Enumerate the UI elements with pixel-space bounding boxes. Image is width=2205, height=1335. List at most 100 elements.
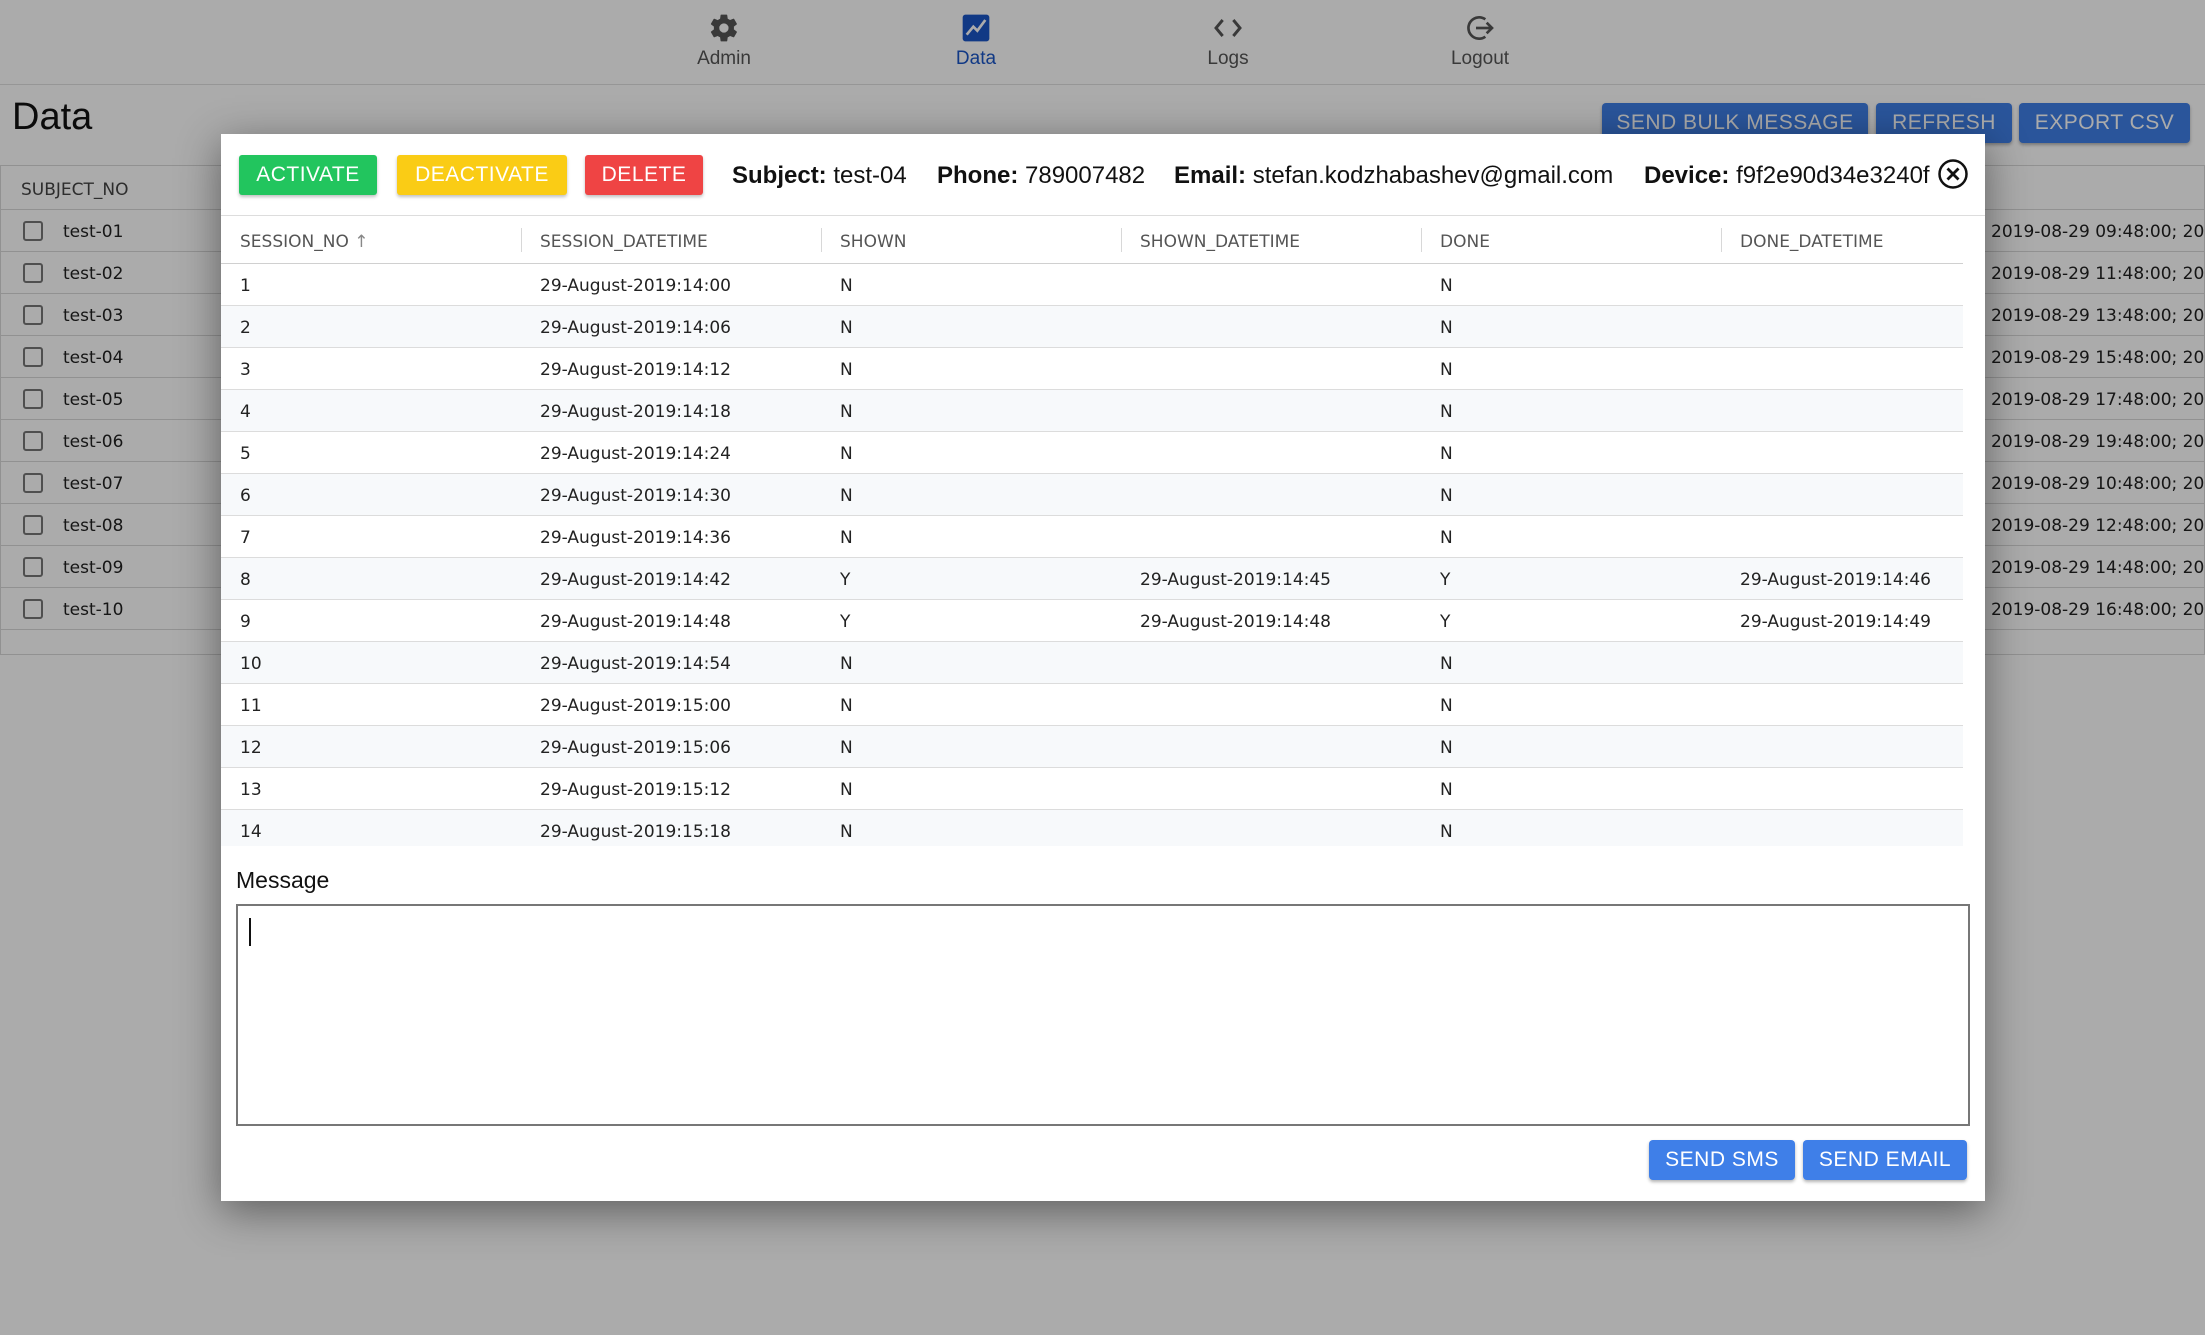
- table-row[interactable]: 4 29-August-2019:14:18 N N: [221, 390, 1963, 432]
- col-header-label: SESSION_NO: [240, 232, 349, 252]
- shown-cell: Y: [840, 570, 851, 590]
- shown-datetime-cell: 29-August-2019:14:45: [1140, 570, 1332, 590]
- shown-cell: N: [840, 318, 853, 338]
- subject-value: test-04: [833, 162, 907, 189]
- session-no-cell: 4: [240, 402, 251, 422]
- session-no-cell: 10: [240, 654, 262, 674]
- session-datetime-cell: 29-August-2019:14:30: [540, 486, 732, 506]
- session-no-cell: 13: [240, 780, 262, 800]
- session-no-cell: 1: [240, 276, 251, 296]
- phone-info: Phone: 789007482: [937, 162, 1145, 190]
- column-divider[interactable]: [821, 228, 822, 252]
- column-divider[interactable]: [1121, 228, 1122, 252]
- session-no-cell: 6: [240, 486, 251, 506]
- deactivate-button[interactable]: DEACTIVATE: [397, 155, 567, 195]
- session-datetime-cell: 29-August-2019:15:18: [540, 822, 732, 842]
- sessions-grid: SESSION_NO ↑ SESSION_DATETIME SHOWN SHOW…: [221, 216, 1963, 846]
- done-cell: N: [1440, 528, 1453, 548]
- done-cell: Y: [1440, 570, 1451, 590]
- table-row[interactable]: 1 29-August-2019:14:00 N N: [221, 264, 1963, 306]
- session-no-cell: 2: [240, 318, 251, 338]
- col-header-session-datetime[interactable]: SESSION_DATETIME: [540, 232, 708, 252]
- col-header-done[interactable]: DONE: [1440, 232, 1490, 252]
- table-row[interactable]: 8 29-August-2019:14:42 Y 29-August-2019:14:…: [221, 558, 1963, 600]
- subject-info: Subject: test-04: [732, 162, 907, 190]
- shown-cell: N: [840, 822, 853, 842]
- session-datetime-cell: 29-August-2019:14:18: [540, 402, 732, 422]
- shown-cell: N: [840, 444, 853, 464]
- table-row[interactable]: 11 29-August-2019:15:00 N N: [221, 684, 1963, 726]
- session-datetime-cell: 29-August-2019:15:00: [540, 696, 732, 716]
- shown-cell: N: [840, 276, 853, 296]
- table-row[interactable]: 12 29-August-2019:15:06 N N: [221, 726, 1963, 768]
- session-datetime-cell: 29-August-2019:14:36: [540, 528, 732, 548]
- session-datetime-cell: 29-August-2019:14:48: [540, 612, 732, 632]
- table-row[interactable]: 3 29-August-2019:14:12 N N: [221, 348, 1963, 390]
- phone-label: Phone:: [937, 162, 1019, 189]
- table-row[interactable]: 2 29-August-2019:14:06 N N: [221, 306, 1963, 348]
- session-no-cell: 3: [240, 360, 251, 380]
- table-row[interactable]: 13 29-August-2019:15:12 N N: [221, 768, 1963, 810]
- column-divider[interactable]: [1421, 228, 1422, 252]
- device-info: Device: f9f2e90d34e3240f: [1644, 162, 1930, 190]
- done-cell: N: [1440, 654, 1453, 674]
- done-cell: N: [1440, 318, 1453, 338]
- shown-cell: N: [840, 780, 853, 800]
- shown-cell: N: [840, 654, 853, 674]
- session-datetime-cell: 29-August-2019:14:24: [540, 444, 732, 464]
- table-row[interactable]: 7 29-August-2019:14:36 N N: [221, 516, 1963, 558]
- shown-cell: N: [840, 528, 853, 548]
- session-no-cell: 11: [240, 696, 262, 716]
- column-divider[interactable]: [1721, 228, 1722, 252]
- done-cell: N: [1440, 360, 1453, 380]
- session-no-cell: 14: [240, 822, 262, 842]
- delete-button[interactable]: DELETE: [585, 155, 703, 195]
- done-cell: N: [1440, 444, 1453, 464]
- done-cell: N: [1440, 276, 1453, 296]
- grid-header: SESSION_NO ↑ SESSION_DATETIME SHOWN SHOW…: [221, 216, 1963, 264]
- phone-value: 789007482: [1025, 162, 1146, 189]
- message-textarea[interactable]: [236, 904, 1970, 1126]
- shown-cell: N: [840, 696, 853, 716]
- subject-label: Subject:: [732, 162, 827, 189]
- device-label: Device:: [1644, 162, 1730, 189]
- sort-asc-icon: ↑: [354, 232, 369, 252]
- session-datetime-cell: 29-August-2019:14:54: [540, 654, 732, 674]
- send-email-button[interactable]: SEND EMAIL: [1803, 1140, 1967, 1180]
- message-label: Message: [236, 867, 330, 893]
- send-sms-button[interactable]: SEND SMS: [1649, 1140, 1795, 1180]
- col-header-shown-datetime[interactable]: SHOWN_DATETIME: [1140, 232, 1300, 252]
- done-cell: N: [1440, 696, 1453, 716]
- table-row[interactable]: 10 29-August-2019:14:54 N N: [221, 642, 1963, 684]
- session-datetime-cell: 29-August-2019:14:12: [540, 360, 732, 380]
- done-datetime-cell: 29-August-2019:14:49: [1740, 612, 1932, 632]
- done-cell: N: [1440, 738, 1453, 758]
- shown-cell: N: [840, 486, 853, 506]
- grid-scrollbar[interactable]: [1963, 216, 1985, 846]
- session-datetime-cell: 29-August-2019:14:00: [540, 276, 732, 296]
- session-datetime-cell: 29-August-2019:14:42: [540, 570, 732, 590]
- session-no-cell: 8: [240, 570, 251, 590]
- shown-cell: Y: [840, 612, 851, 632]
- session-datetime-cell: 29-August-2019:14:06: [540, 318, 732, 338]
- done-datetime-cell: 29-August-2019:14:46: [1740, 570, 1932, 590]
- session-no-cell: 12: [240, 738, 262, 758]
- table-row[interactable]: 5 29-August-2019:14:24 N N: [221, 432, 1963, 474]
- col-header-shown[interactable]: SHOWN: [840, 232, 906, 252]
- activate-button[interactable]: ACTIVATE: [239, 155, 377, 195]
- email-info: Email: stefan.kodzhabashev@gmail.com: [1174, 162, 1613, 190]
- close-icon[interactable]: [1937, 158, 1969, 190]
- col-header-done-datetime[interactable]: DONE_DATETIME: [1740, 232, 1883, 252]
- col-header-session-no[interactable]: SESSION_NO ↑: [240, 232, 368, 252]
- done-cell: N: [1440, 486, 1453, 506]
- shown-cell: N: [840, 402, 853, 422]
- shown-datetime-cell: 29-August-2019:14:48: [1140, 612, 1332, 632]
- table-row[interactable]: 6 29-August-2019:14:30 N N: [221, 474, 1963, 516]
- table-row[interactable]: 9 29-August-2019:14:48 Y 29-August-2019:14:…: [221, 600, 1963, 642]
- session-no-cell: 5: [240, 444, 251, 464]
- done-cell: Y: [1440, 612, 1451, 632]
- shown-cell: N: [840, 738, 853, 758]
- column-divider[interactable]: [521, 228, 522, 252]
- session-no-cell: 7: [240, 528, 251, 548]
- table-row[interactable]: 14 29-August-2019:15:18 N N: [221, 810, 1963, 846]
